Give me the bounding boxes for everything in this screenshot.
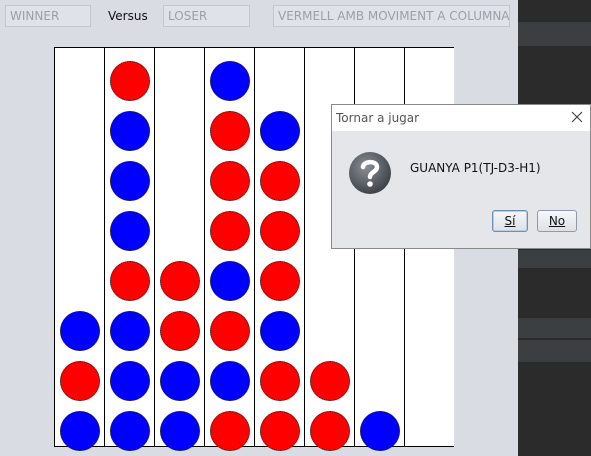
blue-disc <box>260 111 300 151</box>
red-disc <box>210 211 250 251</box>
red-disc <box>110 261 150 301</box>
red-disc <box>160 261 200 301</box>
background-band <box>518 22 591 46</box>
red-disc <box>260 411 300 451</box>
blue-disc <box>210 61 250 101</box>
dialog-title: Tornar a jugar <box>336 111 420 125</box>
board-column-4[interactable] <box>205 48 254 451</box>
board-column-2[interactable] <box>105 48 154 451</box>
red-disc <box>210 111 250 151</box>
background-band <box>518 250 591 268</box>
red-disc <box>310 361 350 401</box>
red-disc <box>260 361 300 401</box>
blue-disc <box>160 411 200 451</box>
board-column-5[interactable] <box>255 48 304 451</box>
blue-disc <box>210 361 250 401</box>
blue-disc <box>360 411 400 451</box>
red-disc <box>210 411 250 451</box>
player2-field[interactable]: LOSER <box>163 5 250 27</box>
background-band <box>518 340 591 362</box>
red-disc <box>260 211 300 251</box>
no-button[interactable]: No <box>537 210 577 232</box>
blue-disc <box>110 111 150 151</box>
dialog-message: GUANYA P1(TJ-D3-H1) <box>410 161 541 175</box>
player1-field[interactable]: WINNER <box>5 5 91 27</box>
yes-button[interactable]: Sí <box>492 210 528 232</box>
blue-disc <box>60 311 100 351</box>
status-field[interactable]: VERMELL AMB MOVIMENT A COLUMNA 3 <box>273 5 510 27</box>
dialog-body: GUANYA P1(TJ-D3-H1) Sí No <box>332 131 590 248</box>
versus-label: Versus <box>108 9 148 23</box>
play-again-dialog: Tornar a jugar GUANYA P1(TJ-D3-H1) Sí No <box>331 104 591 249</box>
blue-disc <box>210 261 250 301</box>
board-column-3[interactable] <box>155 48 204 451</box>
blue-disc <box>60 411 100 451</box>
board-column-1[interactable] <box>55 48 104 451</box>
blue-disc <box>260 311 300 351</box>
red-disc <box>260 261 300 301</box>
blue-disc <box>110 211 150 251</box>
background-band <box>518 318 591 338</box>
blue-disc <box>110 161 150 201</box>
red-disc <box>210 311 250 351</box>
blue-disc <box>160 361 200 401</box>
red-disc <box>310 411 350 451</box>
red-disc <box>110 61 150 101</box>
question-icon <box>349 152 391 194</box>
blue-disc <box>110 361 150 401</box>
dialog-titlebar: Tornar a jugar <box>332 105 590 131</box>
blue-disc <box>110 411 150 451</box>
blue-disc <box>110 311 150 351</box>
close-icon[interactable] <box>570 110 584 124</box>
red-disc <box>260 161 300 201</box>
red-disc <box>60 361 100 401</box>
red-disc <box>160 311 200 351</box>
red-disc <box>210 161 250 201</box>
